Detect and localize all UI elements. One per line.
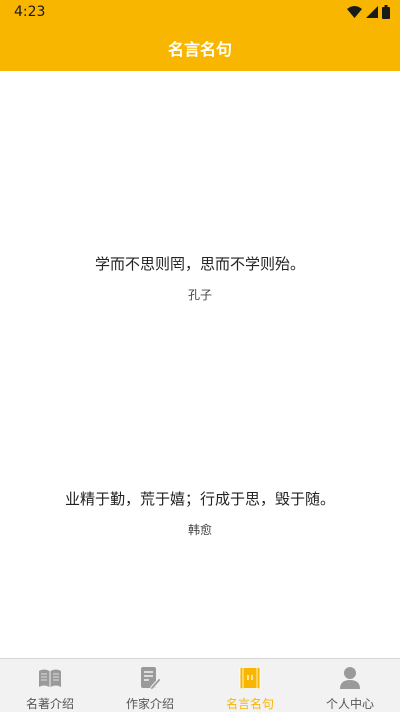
document-edit-icon <box>138 666 162 690</box>
quote-item[interactable]: 学而不思则罔，思而不学则殆。 孔子 <box>0 253 400 303</box>
status-icons <box>347 5 390 19</box>
wifi-icon <box>347 6 362 18</box>
nav-item-quotes[interactable]: 名言名句 <box>200 659 300 712</box>
quote-item[interactable]: 业精于勤，荒于嬉；行成于思，毁于随。 韩愈 <box>0 488 400 538</box>
quote-author: 孔子 <box>187 288 212 302</box>
quote-list: 学而不思则罔，思而不学则殆。 孔子 业精于勤，荒于嬉；行成于思，毁于随。 韩愈 <box>0 71 400 658</box>
scroll-icon <box>238 666 262 690</box>
quote-text: 学而不思则罔，思而不学则殆。 <box>94 255 305 273</box>
nav-item-profile[interactable]: 个人中心 <box>300 659 400 712</box>
person-icon <box>338 666 362 690</box>
battery-icon <box>382 5 390 19</box>
nav-label: 个人中心 <box>325 697 374 711</box>
page-title: 名言名句 <box>167 39 232 59</box>
nav-label: 名著介绍 <box>25 697 74 711</box>
bottom-navigation: 名著介绍 作家介绍 名言名句 个人中心 <box>0 658 400 712</box>
signal-icon <box>366 6 378 18</box>
status-time: 4:23 <box>14 4 46 20</box>
quote-text: 业精于勤，荒于嬉；行成于思，毁于随。 <box>64 490 335 508</box>
nav-item-books[interactable]: 名著介绍 <box>0 659 100 712</box>
book-icon <box>38 666 62 690</box>
quote-author: 韩愈 <box>187 523 212 537</box>
nav-label: 作家介绍 <box>125 697 174 711</box>
nav-label: 名言名句 <box>225 697 274 711</box>
status-bar: 4:23 <box>0 0 400 24</box>
nav-item-authors[interactable]: 作家介绍 <box>100 659 200 712</box>
app-bar: 名言名句 <box>0 24 400 71</box>
